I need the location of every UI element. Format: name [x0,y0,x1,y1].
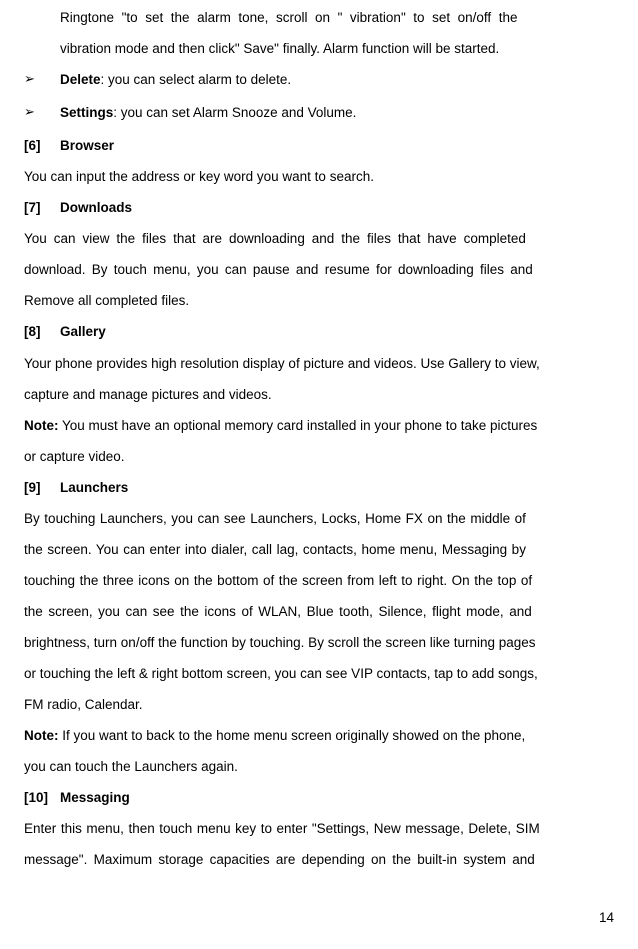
section-8-heading: [8]Gallery [24,316,614,347]
section-9-body-2: the screen. You can enter into dialer, c… [24,534,614,565]
section-8-body-2: capture and manage pictures and videos. [24,379,614,410]
bullet-marker: ➢ [24,64,60,95]
intro-line-1: Ringtone "to set the alarm tone, scroll … [24,2,614,33]
section-9-body-1: By touching Launchers, you can see Launc… [24,503,614,534]
bullet-marker: ➢ [24,97,60,128]
section-6-title: Browser [60,138,114,153]
settings-label: Settings [60,105,113,120]
section-9-note-2: you can touch the Launchers again. [24,751,614,782]
section-8-title: Gallery [60,324,106,339]
section-9-body-6: or touching the left & right bottom scre… [24,658,614,689]
section-9-num: [9] [24,472,60,503]
section-8-num: [8] [24,316,60,347]
section-7-body-1: You can view the files that are download… [24,223,614,254]
settings-rest: : you can set Alarm Snooze and Volume. [113,105,356,120]
section-6-heading: [6]Browser [24,130,614,161]
section-10-body-1: Enter this menu, then touch menu key to … [24,813,614,844]
delete-rest: : you can select alarm to delete. [101,72,292,87]
bullet-settings-text: Settings: you can set Alarm Snooze and V… [60,97,614,128]
section-8-note: Note: You must have an optional memory c… [24,410,614,441]
section-9-note: Note: If you want to back to the home me… [24,720,614,751]
section-8-note-2: or capture video. [24,441,614,472]
section-9-body-3: touching the three icons on the bottom o… [24,565,614,596]
section-9-body-7: FM radio, Calendar. [24,689,614,720]
delete-label: Delete [60,72,101,87]
section-6-body: You can input the address or key word yo… [24,161,614,192]
section-7-heading: [7]Downloads [24,192,614,223]
section-7-num: [7] [24,192,60,223]
note-label: Note: [24,728,59,743]
section-7-title: Downloads [60,200,132,215]
bullet-settings: ➢ Settings: you can set Alarm Snooze and… [24,97,614,128]
section-9-heading: [9]Launchers [24,472,614,503]
section-10-num: [10] [24,782,60,813]
page-number: 14 [599,902,614,933]
section-7-body-3: Remove all completed files. [24,285,614,316]
section-10-body-2: message". Maximum storage capacities are… [24,844,614,875]
intro-line-2: vibration mode and then click" Save" fin… [24,33,614,64]
note-rest-1: If you want to back to the home menu scr… [59,728,526,743]
bullet-delete: ➢ Delete: you can select alarm to delete… [24,64,614,95]
section-8-body-1: Your phone provides high resolution disp… [24,348,614,379]
section-10-heading: [10]Messaging [24,782,614,813]
bullet-delete-text: Delete: you can select alarm to delete. [60,64,614,95]
section-10-title: Messaging [60,790,130,805]
section-6-num: [6] [24,130,60,161]
note-rest-1: You must have an optional memory card in… [59,418,538,433]
note-label: Note: [24,418,59,433]
section-9-body-4: the screen, you can see the icons of WLA… [24,596,614,627]
section-9-title: Launchers [60,480,128,495]
section-9-body-5: brightness, turn on/off the function by … [24,627,614,658]
section-7-body-2: download. By touch menu, you can pause a… [24,254,614,285]
